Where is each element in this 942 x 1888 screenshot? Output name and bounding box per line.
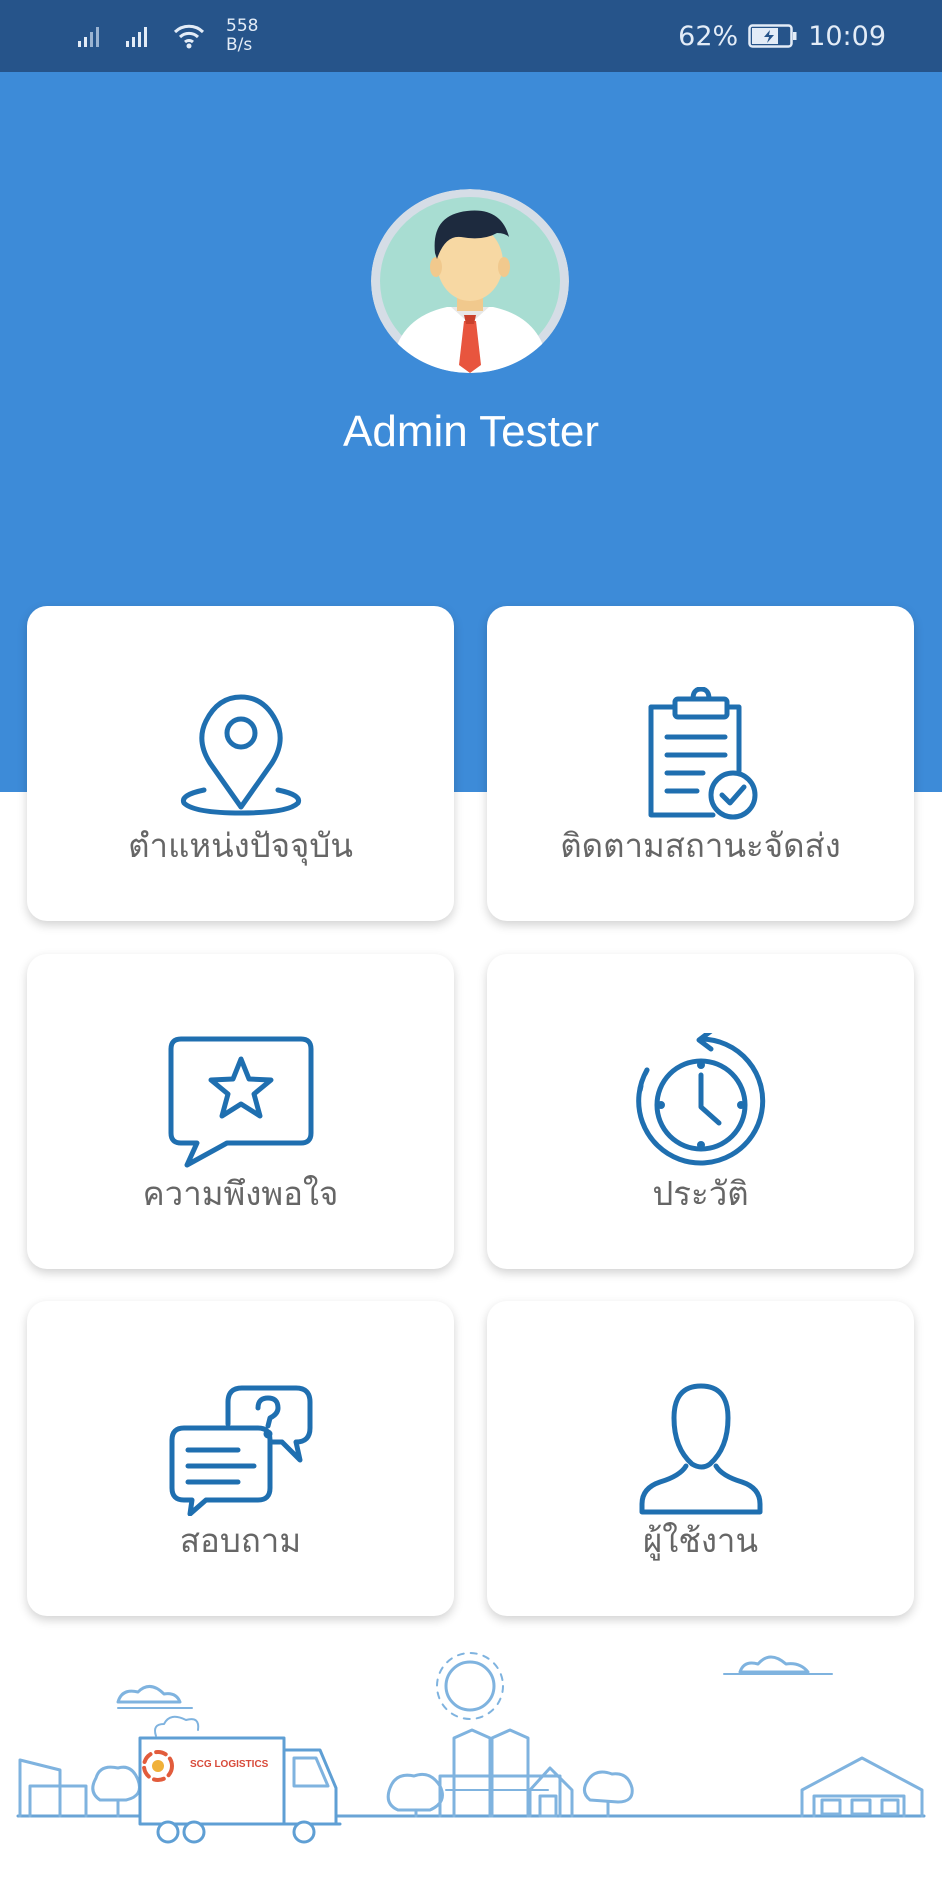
wifi-icon <box>173 24 205 49</box>
battery-percent: 62% <box>678 20 739 52</box>
menu-card-satisfaction[interactable]: ความพึงพอใจ <box>27 954 454 1269</box>
clock-time: 10:09 <box>808 20 886 52</box>
menu-card-history[interactable]: ประวัติ <box>487 954 914 1269</box>
menu-label-track-delivery: ติดตามสถานะจัดส่ง <box>560 826 841 865</box>
menu-card-track-delivery[interactable]: ติดตามสถานะจัดส่ง <box>487 606 914 921</box>
network-speed-value: 558 <box>226 16 259 36</box>
menu-card-inquiry[interactable]: สอบถาม <box>27 1301 454 1616</box>
network-speed: 558 B/s <box>226 17 258 55</box>
status-bar: 558 B/s 62% 10:09 <box>0 0 942 72</box>
status-bar-left: 558 B/s <box>76 16 258 56</box>
profile-name: Admin Tester <box>343 407 599 456</box>
city-delivery-illustration: SCG LOGISTICS <box>0 1640 942 1884</box>
signal-icon <box>78 27 99 47</box>
menu-label-history: ประวัติ <box>652 1174 749 1213</box>
avatar[interactable] <box>371 189 569 373</box>
truck-logo-text: SCG LOGISTICS <box>190 1759 269 1770</box>
signal-icon <box>126 27 147 47</box>
user-icon <box>487 1301 914 1516</box>
menu-card-user[interactable]: ผู้ใช้งาน <box>487 1301 914 1616</box>
battery-icon <box>748 23 798 49</box>
chat-question-icon <box>27 1301 454 1516</box>
clipboard-check-icon <box>487 606 914 821</box>
menu-label-current-location: ตำแหน่งปัจจุบัน <box>128 826 353 865</box>
menu-label-inquiry: สอบถาม <box>179 1521 302 1560</box>
star-chat-icon <box>27 954 454 1169</box>
history-clock-icon <box>487 954 914 1169</box>
network-speed-unit: B/s <box>226 35 253 55</box>
avatar-icon <box>371 189 569 373</box>
menu-card-current-location[interactable]: ตำแหน่งปัจจุบัน <box>27 606 454 921</box>
menu-label-satisfaction: ความพึงพอใจ <box>142 1174 339 1213</box>
location-pin-icon <box>27 606 454 821</box>
menu-label-user: ผู้ใช้งาน <box>642 1521 759 1560</box>
status-bar-right: 62% 10:09 <box>678 16 886 56</box>
